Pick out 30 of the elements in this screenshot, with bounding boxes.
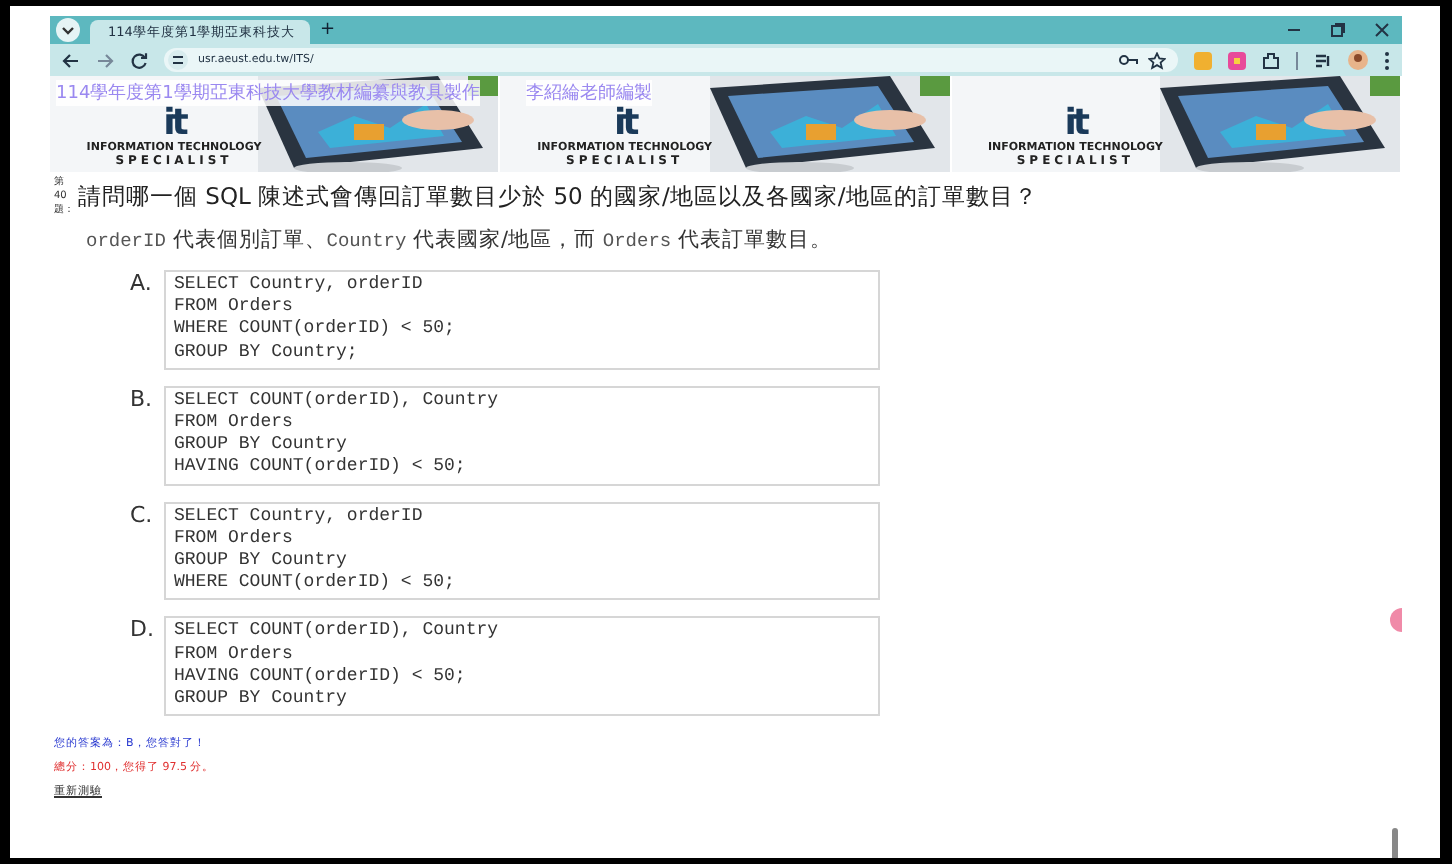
option-letter: B.	[130, 385, 155, 412]
back-icon[interactable]	[62, 51, 80, 69]
question-note: orderID 代表個別訂單、Country 代表國家/地區，而 Orders 代表訂單數目。	[86, 226, 834, 254]
site-info-icon	[168, 50, 188, 70]
banner-author: 李紹綸老師編製	[526, 80, 652, 106]
code-block: SELECT COUNT(orderID), Country FROM Orders HAVING COUNT(orderID) < 50; GROUP BY Country	[164, 616, 880, 717]
tab-search-icon[interactable]	[56, 18, 80, 42]
logo: it	[613, 104, 636, 142]
logo: it	[163, 104, 185, 142]
option-letter: C.	[130, 501, 155, 528]
menu-icon[interactable]	[1384, 51, 1390, 69]
new-tab-button[interactable]: +	[320, 20, 336, 40]
close-icon[interactable]	[1374, 22, 1390, 38]
puzzle-icon[interactable]	[1262, 51, 1280, 69]
banner-title: 114學年度第1學期亞東科技大學教材編纂與教具製作	[56, 80, 480, 106]
scrollbar[interactable]	[1392, 828, 1398, 858]
code-block: SELECT COUNT(orderID), Country FROM Orders GROUP BY Country HAVING COUNT(orderID) < 50;	[164, 385, 880, 486]
reload-icon[interactable]	[130, 51, 148, 69]
code-block: SELECT Country, orderID FROM Orders WHERE COUNT(orderID) < 50; GROUP BY Country;	[164, 270, 880, 370]
forward-icon[interactable]	[96, 51, 114, 69]
key-icon[interactable]	[1118, 52, 1138, 68]
restore-icon[interactable]	[1330, 22, 1346, 38]
media-icon[interactable]	[1314, 51, 1332, 69]
code-block: SELECT Country, orderID FROM Orders GROUP BY Country WHERE COUNT(orderID) < 50;	[164, 501, 880, 601]
option-letter: D.	[130, 616, 156, 643]
star-icon[interactable]	[1148, 51, 1166, 69]
avatar-icon[interactable]	[1348, 50, 1368, 70]
option-letter: A.	[130, 270, 154, 296]
question-text: 請問哪一個 SQL 陳述式會傳回訂單數目少於 50 的國家/地區以及各國家/地區的訂單數目？	[78, 182, 1038, 212]
logo: it	[1064, 104, 1087, 142]
